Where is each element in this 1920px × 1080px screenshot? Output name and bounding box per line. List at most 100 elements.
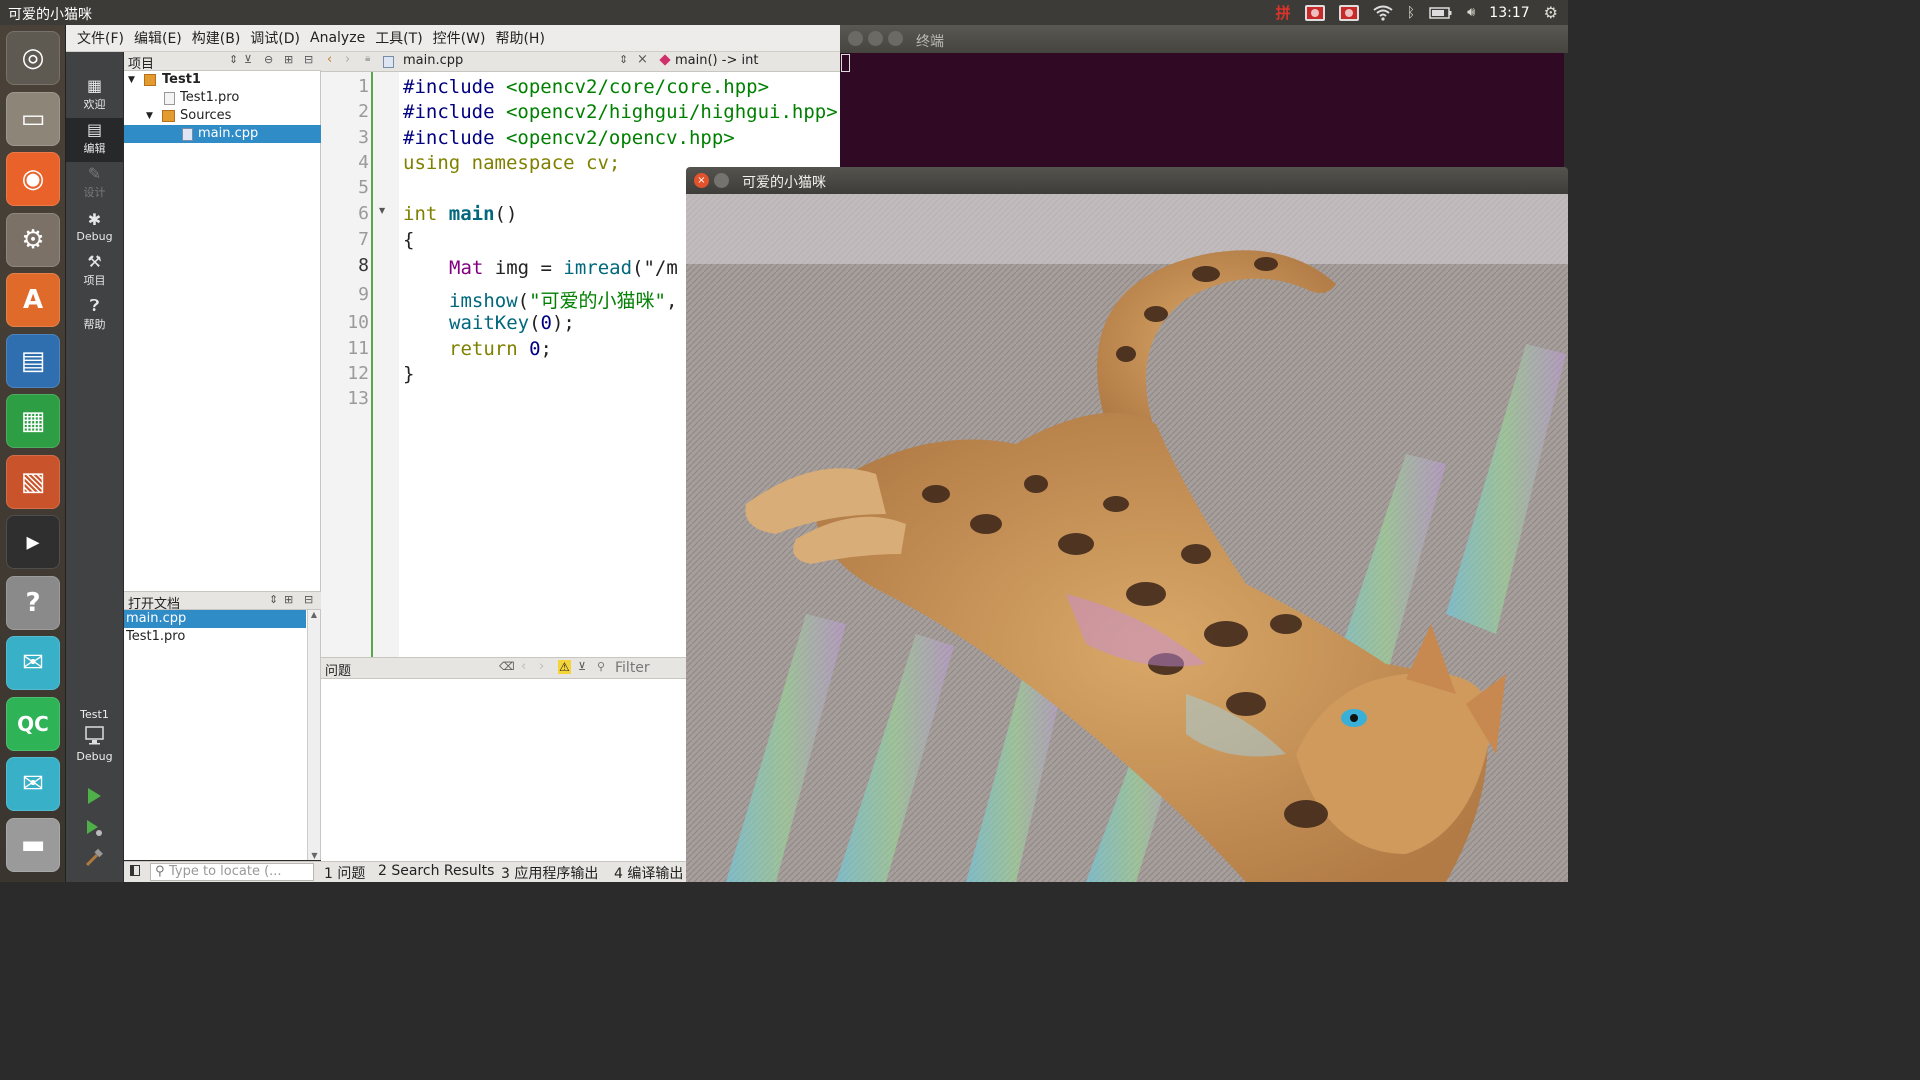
menu-tools[interactable]: 工具(T) xyxy=(370,28,427,48)
mode-projects[interactable]: ⚒ 项目 xyxy=(66,250,123,294)
software-center-icon[interactable]: A xyxy=(6,273,60,327)
close-window-icon[interactable] xyxy=(848,31,863,46)
line-number: 10 xyxy=(347,312,369,333)
help-icon[interactable]: ? xyxy=(6,575,60,630)
record-indicator-icon-2[interactable] xyxy=(1338,4,1359,21)
ime-indicator[interactable]: 拼 xyxy=(1276,2,1291,23)
menu-build[interactable]: 构建(B) xyxy=(187,28,246,48)
tree-item-main-cpp[interactable]: main.cpp xyxy=(124,125,321,143)
output-tab-compile[interactable]: 4 编译输出 xyxy=(614,863,683,883)
terminal-cursor xyxy=(841,54,850,72)
open-doc-label: Test1.pro xyxy=(126,629,186,644)
calc-icon[interactable]: ▦ xyxy=(6,394,60,448)
issues-title: 问题 xyxy=(325,664,352,679)
toggle-sidebar-icon[interactable] xyxy=(130,865,140,876)
fold-arrow-icon[interactable]: ▼ xyxy=(379,206,385,215)
build-hammer-icon[interactable] xyxy=(84,848,104,868)
split-icon[interactable]: ⊞ xyxy=(284,53,293,66)
filter-icon[interactable]: ⊻ xyxy=(578,660,586,673)
close-window-icon[interactable]: × xyxy=(694,173,709,188)
filter-icon[interactable]: ⊻ xyxy=(244,53,252,66)
pane-selector-arrows-icon[interactable]: ⇕ xyxy=(269,593,278,606)
battery-icon[interactable] xyxy=(1429,6,1453,20)
locator-placeholder: Type to locate (... xyxy=(169,864,282,879)
close-pane-icon[interactable]: ⊟ xyxy=(304,53,313,66)
next-issue-icon[interactable]: › xyxy=(539,659,544,674)
settings-icon[interactable]: ⚙ xyxy=(6,212,60,267)
line-number: 8 xyxy=(358,255,369,276)
bluetooth-icon[interactable]: ᛒ xyxy=(1407,5,1415,21)
tree-item-pro-file[interactable]: Test1.pro xyxy=(124,89,321,107)
scroll-down-icon[interactable]: ▼ xyxy=(308,851,321,860)
issues-filter-input[interactable]: Filter xyxy=(615,660,650,676)
mode-design[interactable]: ✎ 设计 xyxy=(66,162,123,206)
prev-issue-icon[interactable]: ‹ xyxy=(521,659,526,674)
impress-icon[interactable]: ▧ xyxy=(6,454,60,509)
image-window-titlebar[interactable]: × 可爱的小猫咪 xyxy=(686,167,1568,194)
ubuntu-logo-icon[interactable]: ◎ xyxy=(6,31,60,85)
close-pane-icon[interactable]: ⊟ xyxy=(304,593,313,606)
output-tab-app-output[interactable]: 3 应用程序输出 xyxy=(501,863,598,883)
project-folder-icon xyxy=(144,74,156,86)
scrollbar[interactable]: ▲ ▼ xyxy=(307,610,320,860)
clean-icon[interactable]: ⌫ xyxy=(499,660,515,673)
wechat-icon-2[interactable]: ✉ xyxy=(6,757,60,811)
tree-item-sources[interactable]: ▼ Sources xyxy=(124,107,321,125)
disk-icon[interactable]: ▬ xyxy=(6,817,60,872)
menu-widgets[interactable]: 控件(W) xyxy=(428,28,491,48)
mode-debug[interactable]: ✱ Debug xyxy=(66,208,123,252)
power-gear-icon[interactable]: ⚙ xyxy=(1544,3,1558,22)
kit-config-label: Debug xyxy=(76,750,113,763)
terminal-body[interactable] xyxy=(840,53,1566,167)
expand-arrow-icon[interactable]: ▼ xyxy=(128,71,135,89)
output-tab-search[interactable]: 2 Search Results xyxy=(378,863,494,879)
scroll-up-icon[interactable]: ▲ xyxy=(308,610,320,619)
close-editor-icon[interactable]: × xyxy=(637,52,648,67)
warning-filter-icon[interactable]: ⚠ xyxy=(558,660,571,674)
mode-label: 编辑 xyxy=(83,142,106,155)
run-icon[interactable] xyxy=(84,786,104,806)
kit-selector[interactable]: Test1 Debug xyxy=(66,708,123,763)
code-token: ; xyxy=(540,338,552,360)
mode-help[interactable]: ❓︎ 帮助 xyxy=(66,294,123,338)
open-doc-item[interactable]: main.cpp xyxy=(124,610,306,628)
symbol-selector[interactable]: main() -> int xyxy=(675,53,758,68)
link-icon[interactable]: ⊖ xyxy=(264,53,273,66)
expand-arrow-icon[interactable]: ▼ xyxy=(146,107,153,125)
menu-file[interactable]: 文件(F) xyxy=(72,28,129,48)
mode-welcome[interactable]: ▦ 欢迎 xyxy=(66,74,123,118)
top-panel: 可爱的小猫咪 拼 ᛒ 🔊︎ 13:17 ⚙ xyxy=(0,0,1568,25)
split-icon[interactable]: ⊞ xyxy=(284,593,293,606)
clock[interactable]: 13:17 xyxy=(1489,5,1529,21)
terminal-titlebar[interactable]: 终端 xyxy=(840,25,1568,53)
file-selector-arrows-icon[interactable]: ⇕ xyxy=(619,53,628,66)
writer-icon[interactable]: ▤ xyxy=(6,333,60,388)
minimize-window-icon[interactable] xyxy=(714,173,729,188)
nav-forward-icon[interactable]: › xyxy=(345,52,350,67)
menu-edit[interactable]: 编辑(E) xyxy=(129,28,187,48)
volume-icon[interactable]: 🔊︎ xyxy=(1467,5,1475,20)
menu-help[interactable]: 帮助(H) xyxy=(490,28,549,48)
debug-run-icon[interactable] xyxy=(84,818,104,838)
qtcreator-icon[interactable]: QC xyxy=(6,696,60,751)
menu-analyze[interactable]: Analyze xyxy=(305,30,370,46)
tree-item-project[interactable]: ▼ Test1 xyxy=(124,71,321,89)
firefox-icon[interactable]: ◉ xyxy=(6,152,60,206)
terminal-icon[interactable]: ▸ xyxy=(6,515,60,569)
line-number: 1 xyxy=(358,76,369,97)
maximize-window-icon[interactable] xyxy=(888,31,903,46)
tree-item-label: Test1 xyxy=(162,72,201,87)
wechat-icon[interactable]: ✉ xyxy=(6,636,60,690)
editor-file-selector[interactable]: main.cpp xyxy=(403,53,463,68)
nav-back-icon[interactable]: ‹ xyxy=(327,52,332,67)
menu-debug[interactable]: 调试(D) xyxy=(245,28,305,48)
open-doc-item[interactable]: Test1.pro xyxy=(124,628,306,646)
mode-edit[interactable]: ▤ 编辑 xyxy=(66,118,123,162)
files-icon[interactable]: ▭ xyxy=(6,91,60,146)
locator-input[interactable]: ⚲ Type to locate (... xyxy=(150,863,314,881)
pane-selector-arrows-icon[interactable]: ⇕ xyxy=(229,53,238,66)
minimize-window-icon[interactable] xyxy=(868,31,883,46)
output-tab-issues[interactable]: 1 问题 xyxy=(324,863,365,883)
record-indicator-icon[interactable] xyxy=(1304,4,1325,21)
wifi-icon[interactable] xyxy=(1373,5,1393,21)
